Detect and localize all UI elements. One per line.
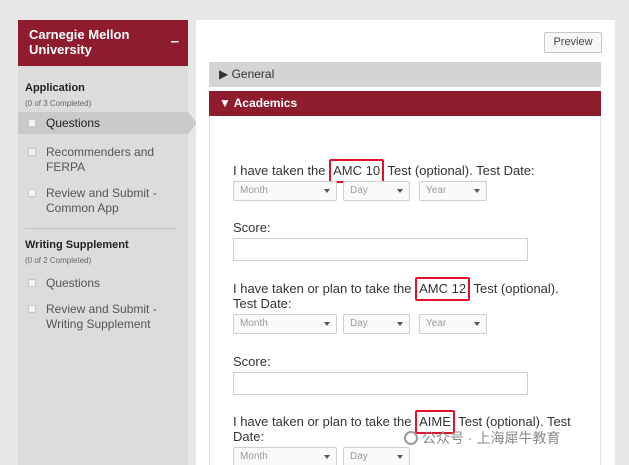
amc10-score-input[interactable] [233, 238, 528, 261]
sidebar: Carnegie Mellon University – Application… [18, 20, 197, 465]
amc10-month-select[interactable]: Month [233, 181, 337, 201]
main-panel: Preview ▶ General ▼ Academics I have tak… [196, 20, 615, 465]
amc12-score-input[interactable] [233, 372, 528, 395]
watermark: 公众号 · 上海犀牛教育 [404, 428, 560, 448]
chevron-down-icon [474, 189, 480, 193]
amc10-year-select[interactable]: Year [419, 181, 487, 201]
checkbox-icon [28, 305, 36, 313]
aime-day-select[interactable]: Day [343, 447, 410, 465]
writing-progress: (0 of 2 Completed) [25, 256, 92, 265]
amc12-year-select[interactable]: Year [419, 314, 487, 334]
amc12-highlight: AMC 12 [415, 277, 471, 301]
application-section-title: Application [25, 82, 85, 94]
writing-section-title: Writing Supplement [25, 239, 129, 251]
preview-button[interactable]: Preview [544, 32, 602, 53]
chevron-down-icon [474, 322, 480, 326]
academics-form: I have taken the AMC 10 Test (optional).… [209, 116, 601, 465]
amc12-month-select[interactable]: Month [233, 314, 337, 334]
amc10-question: I have taken the AMC 10 Test (optional).… [233, 159, 535, 183]
amc12-question: I have taken or plan to take the AMC 12 … [233, 277, 559, 301]
section-general[interactable]: ▶ General [209, 62, 601, 87]
sidebar-item-label: Recommenders and FERPA [46, 145, 155, 174]
sidebar-item-writing-review[interactable]: Review and Submit - Writing Supplement [18, 302, 188, 332]
chevron-down-icon [397, 189, 403, 193]
application-progress: (0 of 3 Completed) [25, 99, 92, 108]
sidebar-item-label: Review and Submit - Writing Supplement [46, 302, 157, 331]
amc10-score-label: Score: [233, 220, 271, 235]
wechat-icon [404, 431, 418, 445]
amc12-score-label: Score: [233, 354, 271, 369]
chevron-down-icon [324, 189, 330, 193]
checkbox-icon [28, 148, 36, 156]
aime-question: I have taken or plan to take the AIME Te… [233, 410, 571, 434]
chevron-down-icon [397, 455, 403, 459]
aime-month-select[interactable]: Month [233, 447, 337, 465]
chevron-down-icon [324, 322, 330, 326]
section-academics[interactable]: ▼ Academics [209, 91, 601, 116]
amc10-day-select[interactable]: Day [343, 181, 410, 201]
sidebar-item-label: Questions [46, 116, 101, 130]
collapse-icon[interactable]: – [171, 34, 179, 49]
sidebar-header: Carnegie Mellon University – [18, 20, 188, 66]
checkbox-icon [28, 119, 36, 127]
sidebar-item-questions[interactable]: Questions [18, 112, 197, 134]
sidebar-item-review-submit[interactable]: Review and Submit - Common App [18, 186, 188, 216]
sidebar-item-writing-questions[interactable]: Questions [18, 276, 188, 291]
sidebar-item-recommenders[interactable]: Recommenders and FERPA [18, 145, 188, 175]
sidebar-item-label: Review and Submit - Common App [46, 186, 157, 215]
chevron-down-icon [324, 455, 330, 459]
amc12-day-select[interactable]: Day [343, 314, 410, 334]
sidebar-item-label: Questions [46, 276, 101, 290]
checkbox-icon [28, 279, 36, 287]
checkbox-icon [28, 189, 36, 197]
amc10-highlight: AMC 10 [329, 159, 385, 183]
aime-question-line2: Date: [233, 429, 265, 444]
divider [25, 228, 176, 229]
amc12-question-line2: Test Date: [233, 296, 292, 311]
chevron-down-icon [397, 322, 403, 326]
college-name: Carnegie Mellon University [29, 27, 130, 57]
